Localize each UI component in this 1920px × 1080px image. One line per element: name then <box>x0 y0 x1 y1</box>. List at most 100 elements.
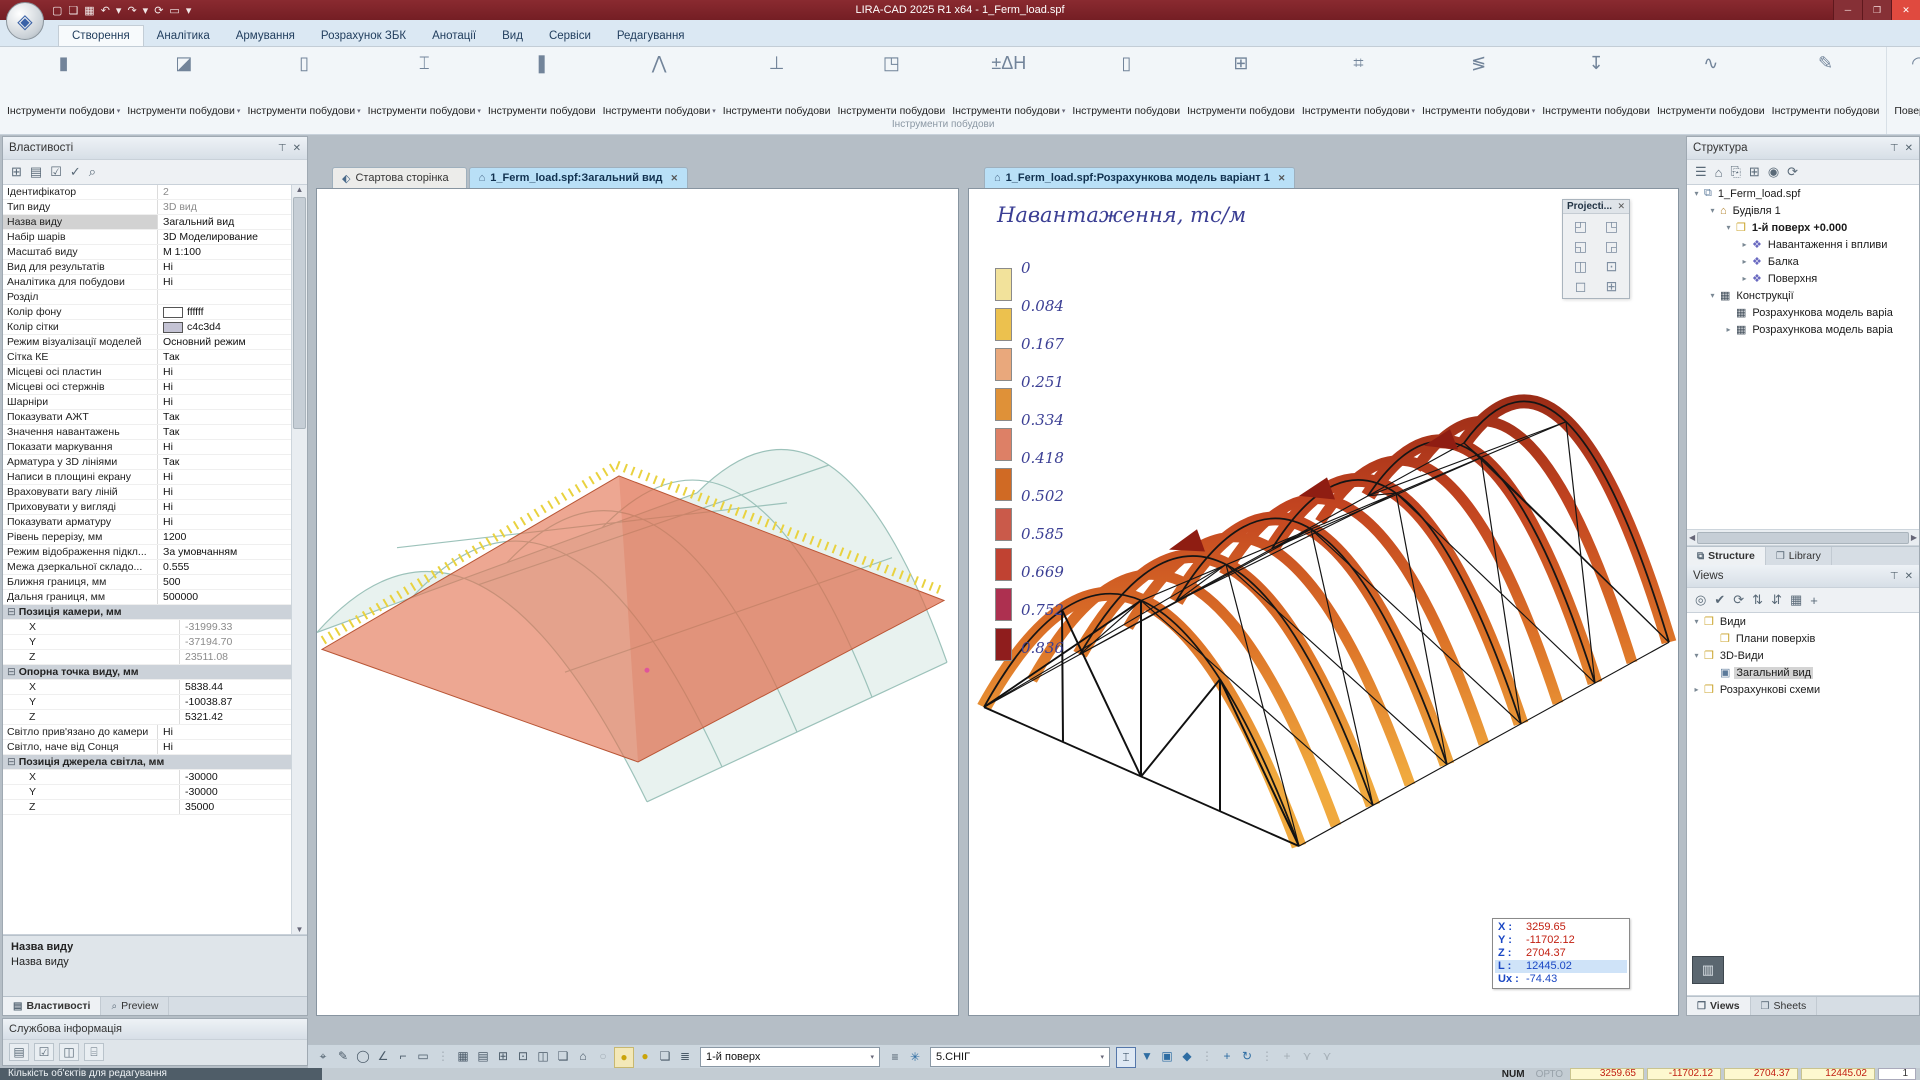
property-value[interactable]: 3D Моделирование <box>158 230 291 244</box>
property-value[interactable]: 0.555 <box>158 560 291 574</box>
property-row[interactable]: Y -37194.70 <box>3 635 291 650</box>
projection-view-icon[interactable]: ◻ <box>1566 277 1595 295</box>
property-value[interactable]: 35000 <box>180 800 291 814</box>
tree-item[interactable]: ▾ ❐ Види <box>1687 613 1919 630</box>
properties-toolbar-icon[interactable]: ⌕ <box>89 164 96 180</box>
projection-view-icon[interactable]: ◰ <box>1566 217 1595 235</box>
projection-view-icon[interactable]: ◫ <box>1566 257 1595 275</box>
property-value[interactable]: Основний режим <box>158 335 291 349</box>
ribbon-button[interactable]: ◪ Інструменти побудови▾ <box>124 48 243 119</box>
property-value[interactable]: Ні <box>158 485 291 499</box>
property-value[interactable]: c4c3d4 <box>158 320 291 334</box>
property-row[interactable]: X -31999.33 <box>3 620 291 635</box>
toolbar-icon[interactable]: ▦ <box>454 1047 472 1066</box>
tree-item[interactable]: ❐ Плани поверхів <box>1687 630 1919 647</box>
property-row[interactable]: Режим візуалізації моделей Основний режи… <box>3 335 291 350</box>
ribbon-button[interactable]: ⋀ Інструменти побудови▾ <box>600 48 719 119</box>
menu-tab[interactable]: Армування <box>223 26 308 46</box>
ribbon-button[interactable]: ≶ Інструменти побудови▾ <box>1419 48 1538 119</box>
property-row[interactable]: Значення навантажень Так <box>3 425 291 440</box>
property-row[interactable]: Враховувати вагу ліній Ні <box>3 485 291 500</box>
close-icon[interactable]: ✕ <box>671 173 679 184</box>
service-toolbar-icon[interactable]: ⌸ <box>84 1043 104 1061</box>
toolbar-icon[interactable]: ▭ <box>414 1047 432 1066</box>
views-toolbar-icon[interactable]: ◎ <box>1695 592 1706 608</box>
ribbon-button[interactable]: ⊞ Інструменти побудови▾ <box>1184 48 1298 119</box>
property-row[interactable]: Масштаб виду М 1:100 <box>3 245 291 260</box>
panel-tab[interactable]: ▤ Властивості <box>3 997 101 1015</box>
toolbar-icon[interactable]: ✳ <box>906 1048 924 1067</box>
toolbar-icon[interactable]: ⋮ <box>1198 1047 1216 1066</box>
properties-toolbar-icon[interactable]: ⊞ <box>11 164 22 180</box>
ribbon-button[interactable]: ⌗ Інструменти побудови▾ <box>1299 48 1418 119</box>
horizontal-scrollbar[interactable]: ◀ ▶ <box>1687 530 1919 546</box>
tree-item[interactable]: ▾ ❐ 3D-Види <box>1687 647 1919 664</box>
ribbon-button[interactable]: ❚ Інструменти побудови▾ <box>485 48 599 119</box>
toolbar-icon[interactable]: ◆ <box>1178 1047 1196 1066</box>
tree-item[interactable]: ▸ ❐ Розрахункові схеми <box>1687 681 1919 698</box>
close-button[interactable]: ✕ <box>1891 0 1920 20</box>
property-value[interactable]: Ні <box>158 380 291 394</box>
property-value[interactable]: 5838.44 <box>180 680 291 694</box>
property-value[interactable]: 500000 <box>158 590 291 604</box>
general-view-3d-model[interactable] <box>317 189 958 1015</box>
structure-toolbar-icon[interactable]: ⌂ <box>1715 165 1723 180</box>
scroll-left-icon[interactable]: ◀ <box>1689 533 1695 542</box>
pin-icon[interactable]: ⊤ <box>1890 571 1899 582</box>
toolbar-icon[interactable]: ▣ <box>1158 1047 1176 1066</box>
property-value[interactable]: Ні <box>158 470 291 484</box>
expand-icon[interactable]: ▸ <box>1723 325 1734 334</box>
properties-scrollbar[interactable]: ▲ ▼ <box>291 185 307 934</box>
property-row[interactable]: Z 5321.42 <box>3 710 291 725</box>
property-row[interactable]: Рівень перерізу, мм 1200 <box>3 530 291 545</box>
property-row[interactable]: Тип виду 3D вид <box>3 200 291 215</box>
expand-icon[interactable]: ▾ <box>1691 617 1702 626</box>
property-row[interactable]: X 5838.44 <box>3 680 291 695</box>
property-value[interactable]: Загальний вид <box>158 215 291 229</box>
property-row[interactable]: Колір сітки c4c3d4 <box>3 320 291 335</box>
property-value[interactable]: Ні <box>158 500 291 514</box>
ribbon-button[interactable]: ◠ Поверхні▾ <box>1891 48 1920 119</box>
structure-toolbar-icon[interactable]: ◉ <box>1768 164 1779 180</box>
tree-item[interactable]: ▸ ❖ Поверхня <box>1687 270 1919 287</box>
tree-item[interactable]: ▣ Загальний вид <box>1687 664 1919 681</box>
service-toolbar-icon[interactable]: ◫ <box>59 1043 79 1061</box>
quick-access-icon[interactable]: ▦ <box>84 4 94 17</box>
truss-vault-3d-model[interactable] <box>969 189 1678 1015</box>
document-tab[interactable]: ⬖ Стартова сторінка <box>332 167 467 188</box>
expand-icon[interactable]: ▸ <box>1739 240 1750 249</box>
quick-access-icon[interactable]: ↶ <box>101 4 110 17</box>
panel-tab[interactable]: ⌕ Preview <box>101 997 169 1015</box>
property-row[interactable]: Місцеві осі пластин Ні <box>3 365 291 380</box>
property-row[interactable]: Аналітика для побудови Ні <box>3 275 291 290</box>
tree-item[interactable]: ▸ ❖ Балка <box>1687 253 1919 270</box>
toolbar-icon[interactable]: ❏ <box>656 1047 674 1066</box>
property-value[interactable]: 1200 <box>158 530 291 544</box>
property-row[interactable]: Приховувати у вигляді Ні <box>3 500 291 515</box>
property-value[interactable]: Ні <box>158 395 291 409</box>
ribbon-button[interactable]: ▮ Інструменти побудови▾ <box>4 48 123 119</box>
toolbar-icon[interactable]: + <box>1278 1047 1296 1066</box>
property-value[interactable]: -30000 <box>180 785 291 799</box>
property-value[interactable]: 5321.42 <box>180 710 291 724</box>
toolbar-icon[interactable]: ❏ <box>554 1047 572 1066</box>
property-value[interactable] <box>139 665 291 679</box>
property-value[interactable]: Ні <box>158 260 291 274</box>
toolbar-icon[interactable]: ⌂ <box>574 1047 592 1066</box>
toolbar-icon[interactable]: ○ <box>594 1047 612 1066</box>
ribbon-button[interactable]: ±ΔН Інструменти побудови▾ <box>949 48 1068 119</box>
loadcase-select[interactable]: 5.СНІГ ▾ <box>930 1047 1110 1067</box>
menu-tab[interactable]: Сервіси <box>536 26 604 46</box>
property-row[interactable]: Y -30000 <box>3 785 291 800</box>
close-icon[interactable]: ✕ <box>1905 571 1913 582</box>
property-row[interactable]: Ідентифікатор 2 <box>3 185 291 200</box>
property-value[interactable]: За умовчанням <box>158 545 291 559</box>
ribbon-button[interactable]: ▯ Інструменти побудови▾ <box>1069 48 1183 119</box>
property-value[interactable]: Ні <box>158 365 291 379</box>
property-value[interactable]: Ні <box>158 740 291 754</box>
menu-tab[interactable]: Анотації <box>419 26 489 46</box>
tree-item[interactable]: ▸ ❖ Навантаження і впливи <box>1687 236 1919 253</box>
tree-item[interactable]: ▾ ▦ Конструкції <box>1687 287 1919 304</box>
expand-icon[interactable]: ▾ <box>1691 189 1702 198</box>
service-toolbar-icon[interactable]: ▤ <box>9 1043 29 1061</box>
